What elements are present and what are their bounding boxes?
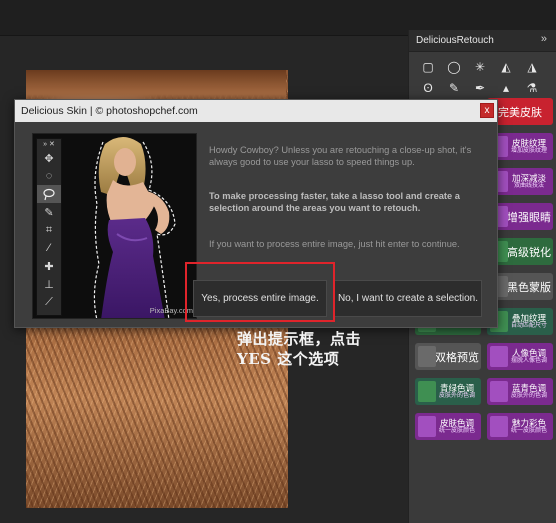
marquee-rect-icon[interactable]: ▢ — [417, 58, 439, 76]
panel-button-17[interactable]: 皮肤色调 统一皮肤颜色 — [415, 413, 481, 440]
panel-button-label: 叠加纹理 — [511, 313, 546, 323]
move-tool-icon: ✥ — [44, 152, 54, 165]
lasso-tool-icon — [37, 185, 61, 203]
panel-button-label: 完美皮肤 — [498, 106, 542, 119]
panel-button-sublabel: 统一皮肤颜色 — [510, 428, 547, 434]
woman-figure-image — [93, 137, 176, 318]
panel-button-label: 皮肤纹理 — [511, 138, 546, 148]
panel-button-13[interactable]: 双格预览 — [415, 343, 481, 370]
panel-button-label: 皮肤色调 — [439, 418, 474, 428]
dialog-intro-text: Howdy Cowboy? Unless you are retouching … — [209, 145, 472, 167]
paintbrush-icon: ⟋ — [45, 295, 53, 308]
no-selection-button[interactable]: No, I want to create a selection. — [334, 280, 482, 317]
panel-title: DeliciousRetouch — [416, 35, 494, 46]
healing-brush-icon: ✚ — [44, 260, 54, 273]
eyedropper-icon: ⁄ — [48, 242, 50, 254]
panel-collapse-icon[interactable]: » — [541, 33, 550, 45]
panel-button-label: 双格预览 — [435, 351, 479, 364]
panel-header: DeliciousRetouch » — [409, 30, 556, 52]
panel-button-15[interactable]: 青绿色调 皮肤外的色调 — [415, 378, 481, 405]
panel-button-icon — [418, 346, 436, 367]
panel-button-label: 加深减淡 — [511, 173, 546, 183]
panel-button-sublabel: 自动匹配尺寸 — [510, 323, 547, 329]
annotation-text: 弹出提示框，点击 YES 这个选项 — [237, 329, 361, 369]
lasso-icon[interactable]: ʘ — [417, 79, 439, 97]
dialog-titlebar[interactable]: Delicious Skin | © photoshopchef.com x — [15, 100, 497, 122]
panel-button-icon — [418, 381, 436, 402]
panel-tool-grid: ▢ ◯ ✳ ◭ ◮ ʘ ✎ ✒ ▴ ⚗ — [417, 58, 541, 97]
panel-button-sublabel: 统一皮肤颜色 — [438, 428, 475, 434]
brush-icon[interactable]: ✎ — [443, 79, 465, 97]
panel-button-sublabel: 皮肤外的色调 — [438, 393, 475, 399]
panel-button-label: 青绿色调 — [439, 383, 474, 393]
crop-tool-icon: ⌗ — [45, 223, 53, 236]
annotation-line-1: 弹出提示框，点击 — [237, 330, 362, 348]
panel-button-14[interactable]: 人像色调 摆脱人像色调 — [487, 343, 553, 370]
marquee-ellipse-icon[interactable]: ◯ — [443, 58, 465, 76]
fill-icon[interactable]: ▴ — [495, 79, 517, 97]
panel-button-sublabel: 摆脱人像色调 — [510, 358, 547, 364]
panel-button-icon — [490, 381, 508, 402]
mini-toolbar: » ✕ ✥ ◌ ✎ ⌗ ⁄ ✚ ⊥ ⟋ — [36, 138, 62, 316]
panel-button-label: 黑色蒙版 — [507, 281, 551, 294]
mini-toolbar-header: » ✕ — [43, 141, 55, 148]
panel-button-sublabel: 皮肤外的色调 — [510, 393, 547, 399]
panel-button-label: 人像色调 — [511, 348, 546, 358]
brush-tool-icon: ✎ — [44, 206, 54, 219]
dialog-title: Delicious Skin | © photoshopchef.com — [21, 105, 198, 117]
dialog-enter-hint: If you want to process entire image, jus… — [209, 239, 460, 249]
dialog-instruction-text: To make processing faster, take a lasso … — [209, 191, 460, 213]
panel-button-label: 蓝青色调 — [511, 383, 546, 393]
panel-button-sublabel: 双曲线技法 — [513, 183, 544, 189]
gradient-down-icon[interactable]: ◮ — [521, 58, 543, 76]
panel-button-icon — [490, 346, 508, 367]
panel-button-label: 魅力彩色 — [511, 418, 546, 428]
ellipse-marquee-icon: ◌ — [45, 170, 53, 182]
yes-highlight-box — [185, 262, 335, 322]
sparkle-icon[interactable]: ✳ — [469, 58, 491, 76]
panel-button-label: 高级锐化 — [507, 246, 551, 259]
panel-button-icon — [490, 416, 508, 437]
panel-button-sublabel: 增加皮肤纹理 — [510, 148, 547, 154]
panel-button-18[interactable]: 魅力彩色 统一皮肤颜色 — [487, 413, 553, 440]
panel-button-label: 增强眼睛 — [507, 211, 551, 224]
pen-icon[interactable]: ✒ — [469, 79, 491, 97]
clone-tool-icon: ⊥ — [44, 278, 54, 291]
annotation-line-2: YES 这个选项 — [237, 350, 340, 368]
flask-icon[interactable]: ⚗ — [521, 79, 543, 97]
dialog-close-button[interactable]: x — [480, 103, 494, 118]
panel-button-icon — [418, 416, 436, 437]
dialog-preview-image: » ✕ ✥ ◌ ✎ ⌗ ⁄ ✚ ⊥ ⟋ PixaBay.com — [32, 133, 197, 319]
gradient-up-icon[interactable]: ◭ — [495, 58, 517, 76]
panel-button-16[interactable]: 蓝青色调 皮肤外的色调 — [487, 378, 553, 405]
